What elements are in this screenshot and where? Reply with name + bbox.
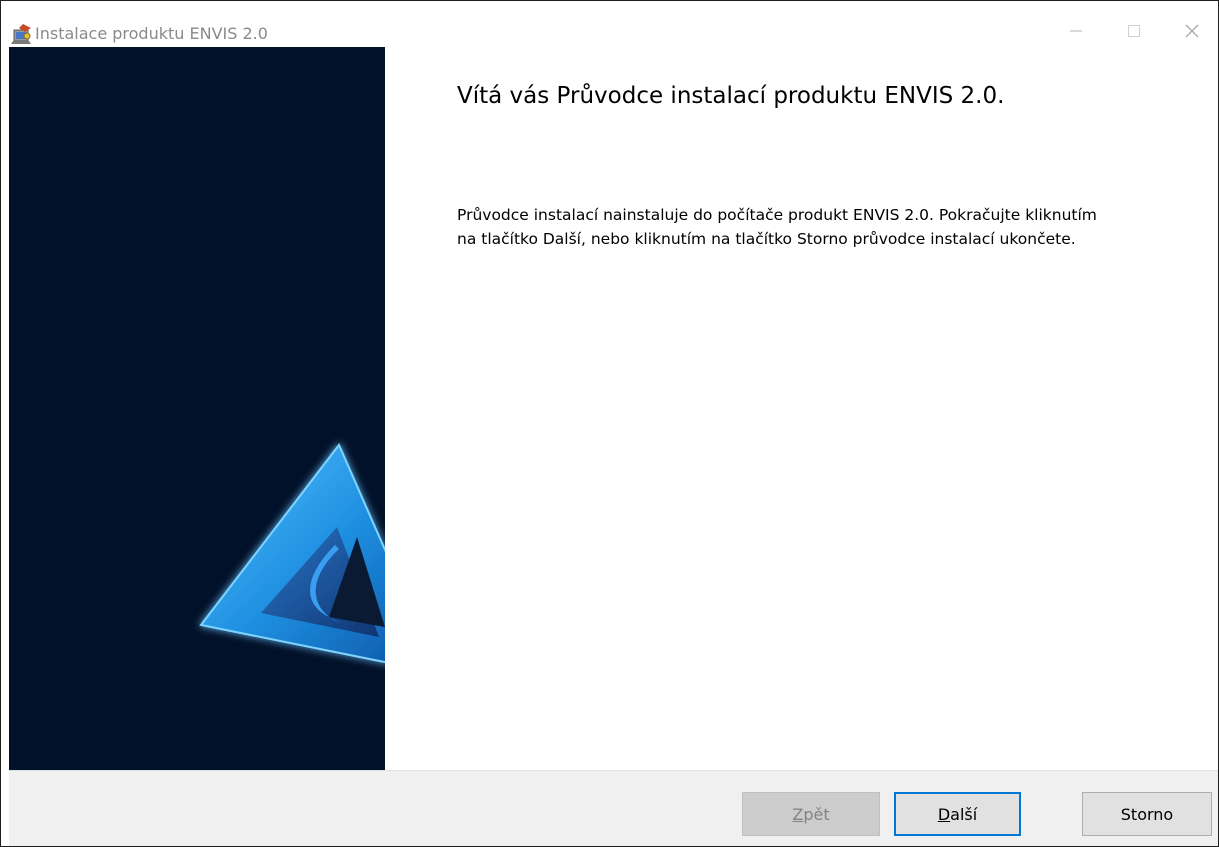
next-button[interactable]: Další — [894, 792, 1021, 836]
back-button[interactable]: Zpět — [742, 792, 880, 836]
welcome-description-line: Průvodce instalací nainstaluje do počíta… — [457, 206, 1097, 224]
page-title: Vítá vás Průvodce instalací produktu ENV… — [457, 83, 1005, 109]
minimize-icon[interactable] — [1053, 15, 1099, 47]
next-accelerator: D — [937, 804, 951, 824]
cancel-button[interactable]: Storno — [1082, 792, 1212, 836]
close-icon[interactable] — [1169, 15, 1215, 47]
sidebar-banner — [9, 47, 385, 770]
welcome-content: Vítá vás Průvodce instalací produktu ENV… — [385, 47, 1218, 770]
back-label-rest: pět — [803, 804, 830, 824]
envis-logo — [199, 443, 385, 664]
next-label-rest: alší — [950, 804, 978, 824]
title-bar[interactable]: Instalace produktu ENVIS 2.0 — [1, 1, 1218, 47]
maximize-icon[interactable] — [1111, 15, 1157, 47]
window-title: Instalace produktu ENVIS 2.0 — [35, 24, 268, 43]
installer-window: Instalace produktu ENVIS 2.0 Vítá vás Pr… — [0, 0, 1219, 847]
back-accelerator: Z — [792, 804, 804, 824]
welcome-description: Průvodce instalací nainstaluje do počíta… — [457, 203, 1202, 251]
button-bar: Zpět Další Storno — [9, 770, 1218, 846]
welcome-description-line: na tlačítko Další, nebo kliknutím na tla… — [457, 230, 1076, 248]
installer-app-icon — [11, 23, 33, 45]
